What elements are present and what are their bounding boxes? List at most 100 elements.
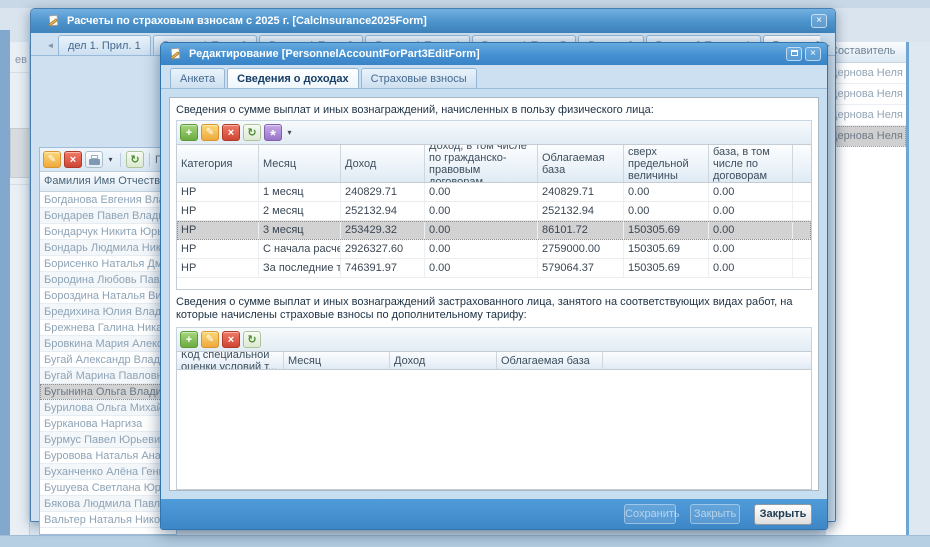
table-row[interactable]: Дернова Неля bbox=[826, 126, 906, 147]
list-item[interactable]: Бугай Марина Павловна bbox=[40, 368, 176, 384]
table-cell-filler bbox=[793, 221, 811, 239]
divider bbox=[10, 184, 29, 185]
column-header[interactable]: Месяц bbox=[284, 352, 390, 369]
gear-button[interactable]: * bbox=[264, 124, 282, 143]
table-cell: 150305.69 bbox=[624, 259, 709, 277]
list-item[interactable]: Бурмус Павел Юрьевич bbox=[40, 432, 176, 448]
table-row[interactable]: Дернова Неля bbox=[826, 84, 906, 105]
column-header[interactable]: Доход bbox=[390, 352, 497, 369]
list-item[interactable]: Бугынина Ольга Владимировна bbox=[40, 384, 176, 400]
list-item[interactable]: Бровкина Мария Александровна bbox=[40, 336, 176, 352]
list-item[interactable]: Бороздина Наталья Викторовна bbox=[40, 288, 176, 304]
table-row[interactable]: НР 3 месяц 253429.32 0.00 86101.72 150305.69 0… bbox=[177, 221, 811, 240]
dialog-tab-strip-tabs: Анкета Сведения о доходах Страховые взносы bbox=[170, 68, 477, 88]
close-button[interactable]: Закрыть bbox=[754, 503, 812, 525]
column-header[interactable]: Месяц bbox=[259, 145, 341, 182]
edit-button[interactable]: ✎ bbox=[201, 124, 219, 141]
list-item[interactable]: Богданова Евгения Владимировна bbox=[40, 192, 176, 208]
close-button-disabled: Закрыть bbox=[690, 504, 740, 524]
insured-persons-panel: ✎ × ▾ ↻ Порядок груп Фамилия Имя Отчеств… bbox=[39, 147, 177, 535]
tab-1[interactable]: дел 1. Прил. 1 bbox=[58, 35, 151, 55]
table-cell: НР bbox=[177, 183, 259, 201]
save-button-disabled: Сохранить bbox=[624, 504, 680, 524]
delete-button[interactable]: × bbox=[64, 151, 82, 168]
column-header[interactable]: Доход bbox=[341, 145, 425, 182]
toolbar-separator bbox=[120, 152, 121, 167]
column-header[interactable]: Облагаемая база bbox=[538, 145, 624, 182]
list-item[interactable]: Бородина Любовь Павловна bbox=[40, 272, 176, 288]
column-header[interactable]: Категория bbox=[177, 145, 259, 182]
persons-toolbar: ✎ × ▾ ↻ Порядок груп bbox=[40, 148, 176, 172]
close-icon[interactable]: × bbox=[811, 14, 827, 28]
background-bottom-band bbox=[0, 535, 930, 547]
table-cell: 0.00 bbox=[425, 259, 538, 277]
window-title: Расчеты по страховым взносам с 2025 г. [… bbox=[67, 15, 427, 27]
add-button[interactable]: + bbox=[180, 124, 198, 141]
dialog-titlebar[interactable]: Редактирование [PersonnelAccountForPart3… bbox=[161, 43, 827, 65]
special-tariff-grid: Код специальной оценки условий т... Месяц… bbox=[176, 351, 812, 490]
list-item[interactable]: Бондарь Людмила Николаевна bbox=[40, 240, 176, 256]
table-cell: 252132.94 bbox=[538, 202, 624, 220]
list-item[interactable]: Бякова Людмила Павловна bbox=[40, 496, 176, 512]
table-row[interactable]: НРЗа последние три...746391.970.00579064… bbox=[177, 259, 811, 278]
table-cell: 746391.97 bbox=[341, 259, 425, 277]
tab-3[interactable]: Страховые взносы bbox=[360, 68, 477, 88]
table-row[interactable]: НРС начала расчетн...2926327.600.0027590… bbox=[177, 240, 811, 259]
background-row-fragment bbox=[10, 128, 29, 178]
table-cell: 2 месяц bbox=[259, 202, 341, 220]
column-header[interactable]: Облагаемая база, в том числе по договора… bbox=[709, 145, 793, 182]
column-header-fullname[interactable]: Фамилия Имя Отчество застрахов bbox=[40, 172, 176, 192]
table-row[interactable]: Дернова Неля bbox=[826, 105, 906, 126]
table-cell: 240829.71 bbox=[341, 183, 425, 201]
maximize-icon[interactable] bbox=[786, 47, 802, 61]
chevron-down-icon[interactable]: ▾ bbox=[106, 155, 115, 164]
column-header[interactable]: Облагаемая сверх предельной величины баз… bbox=[624, 145, 709, 182]
table-cell: 0.00 bbox=[425, 202, 538, 220]
list-item[interactable]: Бугай Александр Владимирович bbox=[40, 352, 176, 368]
table-cell: НР bbox=[177, 240, 259, 258]
list-item[interactable]: Бушуева Светлана Юрьевна bbox=[40, 480, 176, 496]
refresh-button[interactable]: ↻ bbox=[126, 151, 144, 168]
column-header-filler bbox=[793, 145, 811, 182]
list-item[interactable]: Вальтер Наталья Николаевна bbox=[40, 512, 176, 528]
list-item[interactable]: Буровова Наталья Анатольевна bbox=[40, 448, 176, 464]
tab-scroll-left-icon[interactable]: ◄ bbox=[43, 37, 58, 55]
tab-2[interactable]: Сведения о доходах bbox=[227, 68, 359, 88]
composer-rows: Дернова Неля Дернова Неля Дернова Неля Дерн… bbox=[826, 63, 906, 147]
chevron-down-icon[interactable]: ▾ bbox=[285, 128, 294, 137]
table-cell: 0.00 bbox=[425, 221, 538, 239]
tab-1[interactable]: Анкета bbox=[170, 68, 226, 88]
screen: ев Составитель Дернова Неля Дернова Неля Д… bbox=[0, 0, 930, 547]
column-header[interactable]: Доход, в том числе по гражданско-правовы… bbox=[425, 145, 538, 182]
list-item[interactable]: Борисенко Наталья Дмитриевна bbox=[40, 256, 176, 272]
table-cell: 0.00 bbox=[624, 202, 709, 220]
table-row[interactable]: НР 2 месяц 252132.94 0.00 252132.94 0.00 0.00 bbox=[177, 202, 811, 221]
delete-button[interactable]: × bbox=[222, 124, 240, 141]
background-window-left-edge bbox=[0, 30, 10, 535]
list-item[interactable]: Бурилова Ольга Михайловна bbox=[40, 400, 176, 416]
list-item[interactable]: Бондарчук Никита Юрьевич bbox=[40, 224, 176, 240]
column-header[interactable]: Облагаемая база bbox=[497, 352, 603, 369]
column-header-composer[interactable]: Составитель bbox=[826, 42, 906, 63]
add-button[interactable]: + bbox=[180, 331, 198, 348]
edit-button[interactable]: ✎ bbox=[201, 331, 219, 348]
list-item[interactable]: Буханченко Алёна Геннадьевна bbox=[40, 464, 176, 480]
window-titlebar[interactable]: Расчеты по страховым взносам с 2025 г. [… bbox=[31, 9, 835, 33]
delete-button[interactable]: × bbox=[222, 331, 240, 348]
close-icon[interactable]: × bbox=[805, 47, 821, 61]
grid-header-row: Код специальной оценки условий т... Месяц… bbox=[177, 352, 811, 370]
list-item[interactable]: Бондарев Павел Владимирович bbox=[40, 208, 176, 224]
edit-form-icon bbox=[169, 47, 183, 61]
list-item[interactable]: Бурканова Наргиза bbox=[40, 416, 176, 432]
edit-button[interactable]: ✎ bbox=[43, 151, 61, 168]
refresh-button[interactable]: ↻ bbox=[243, 331, 261, 348]
refresh-button[interactable]: ↻ bbox=[243, 124, 261, 141]
list-item[interactable]: Брежнева Галина Никандровна bbox=[40, 320, 176, 336]
print-button[interactable] bbox=[85, 151, 103, 168]
column-header-filler bbox=[603, 352, 811, 369]
list-item[interactable]: Бредихина Юлия Владимировна bbox=[40, 304, 176, 320]
table-row[interactable]: НР 1 месяц 240829.71 0.00 240829.71 0.00 0.00 bbox=[177, 183, 811, 202]
table-row[interactable]: Дернова Неля bbox=[826, 63, 906, 84]
table-cell: 0.00 bbox=[425, 240, 538, 258]
column-header[interactable]: Код специальной оценки условий т... bbox=[177, 352, 284, 369]
